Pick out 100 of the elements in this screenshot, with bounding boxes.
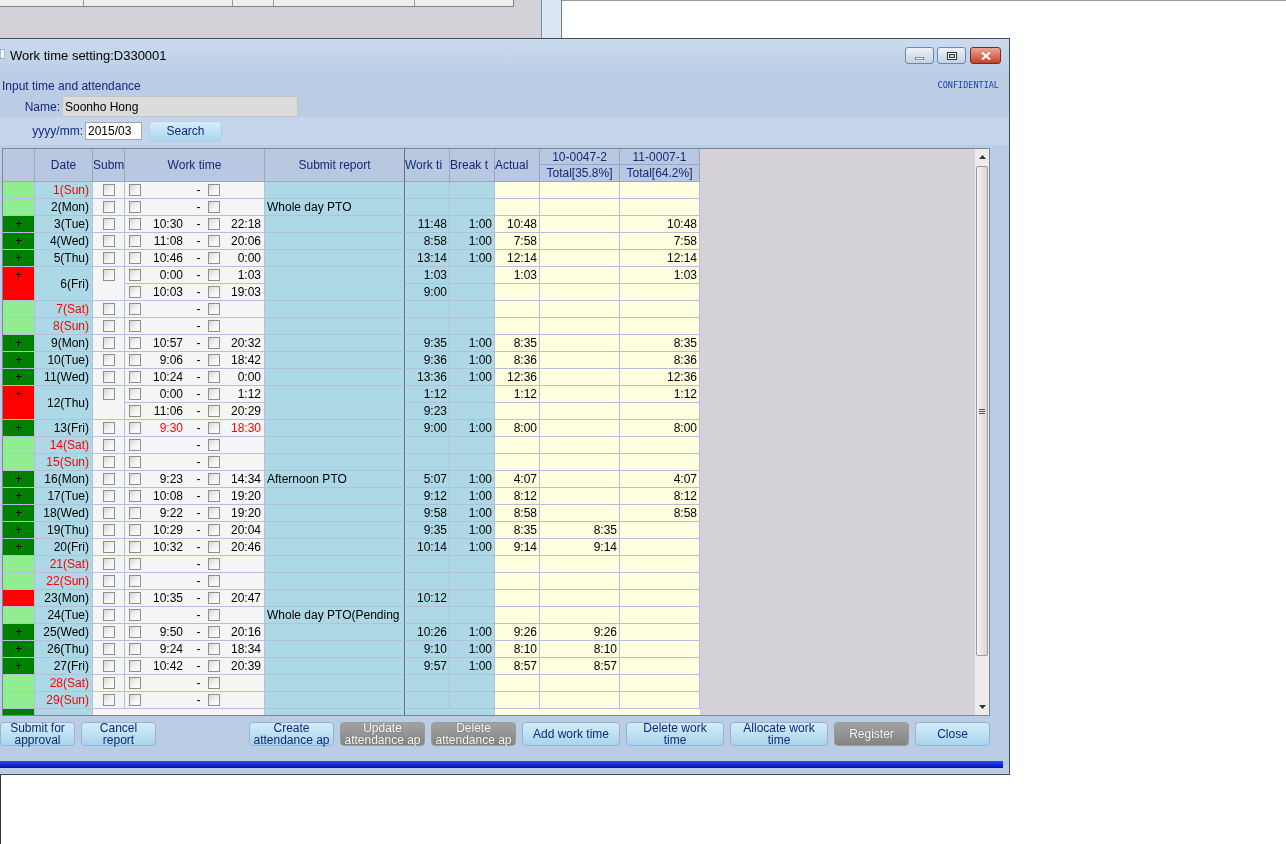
action-button[interactable]: Delete work time <box>626 722 724 746</box>
checkbox[interactable] <box>208 558 220 570</box>
checkbox[interactable] <box>102 558 115 570</box>
checkbox[interactable] <box>208 320 220 332</box>
checkbox[interactable] <box>208 609 220 621</box>
maximize-button[interactable] <box>937 47 966 64</box>
search-button[interactable]: Search <box>149 120 222 142</box>
close-button[interactable] <box>970 47 1001 64</box>
checkbox[interactable] <box>208 405 220 417</box>
checkbox[interactable] <box>208 371 220 383</box>
checkbox[interactable] <box>102 371 115 383</box>
checkbox[interactable] <box>208 660 220 672</box>
checkbox[interactable] <box>129 643 141 655</box>
checkbox[interactable] <box>208 354 220 366</box>
checkbox[interactable] <box>208 252 220 264</box>
checkbox[interactable] <box>102 609 115 621</box>
checkbox[interactable] <box>129 337 141 349</box>
checkbox[interactable] <box>102 354 115 366</box>
checkbox[interactable] <box>102 660 115 672</box>
month-field[interactable]: 2015/03 <box>85 122 142 140</box>
action-button[interactable]: Cancel report <box>81 722 156 746</box>
checkbox[interactable] <box>129 422 141 434</box>
checkbox[interactable] <box>129 524 141 536</box>
checkbox[interactable] <box>102 473 115 485</box>
checkbox[interactable] <box>129 592 141 604</box>
checkbox[interactable] <box>208 286 220 298</box>
checkbox[interactable] <box>102 507 115 519</box>
checkbox[interactable] <box>102 320 115 332</box>
checkbox[interactable] <box>208 575 220 587</box>
checkbox[interactable] <box>208 269 220 281</box>
checkbox[interactable] <box>129 558 141 570</box>
checkbox[interactable] <box>102 439 115 451</box>
action-button[interactable]: Allocate work time <box>730 722 828 746</box>
checkbox[interactable] <box>129 473 141 485</box>
checkbox[interactable] <box>129 201 141 213</box>
checkbox[interactable] <box>129 371 141 383</box>
checkbox[interactable] <box>102 456 115 468</box>
checkbox[interactable] <box>129 694 141 706</box>
checkbox[interactable] <box>129 660 141 672</box>
checkbox[interactable] <box>208 184 220 196</box>
checkbox[interactable] <box>129 320 141 332</box>
checkbox[interactable] <box>129 252 141 264</box>
checkbox[interactable] <box>129 388 141 400</box>
checkbox[interactable] <box>102 184 115 196</box>
action-button[interactable]: Close <box>915 722 990 746</box>
checkbox[interactable] <box>102 626 115 638</box>
action-button[interactable]: Add work time <box>522 722 620 746</box>
checkbox[interactable] <box>129 575 141 587</box>
checkbox[interactable] <box>129 677 141 689</box>
checkbox[interactable] <box>208 388 220 400</box>
checkbox[interactable] <box>129 439 141 451</box>
checkbox[interactable] <box>102 592 115 604</box>
checkbox[interactable] <box>102 337 115 349</box>
checkbox[interactable] <box>102 677 115 689</box>
checkbox[interactable] <box>129 541 141 553</box>
checkbox[interactable] <box>129 235 141 247</box>
checkbox[interactable] <box>129 269 141 281</box>
checkbox[interactable] <box>102 524 115 536</box>
checkbox[interactable] <box>208 439 220 451</box>
checkbox[interactable] <box>129 184 141 196</box>
checkbox[interactable] <box>208 201 220 213</box>
checkbox[interactable] <box>129 456 141 468</box>
action-button[interactable]: Create attendance ap <box>249 722 334 746</box>
checkbox[interactable] <box>208 218 220 230</box>
checkbox[interactable] <box>102 422 115 434</box>
checkbox[interactable] <box>208 490 220 502</box>
checkbox[interactable] <box>208 235 220 247</box>
checkbox[interactable] <box>102 694 115 706</box>
checkbox[interactable] <box>102 201 115 213</box>
checkbox[interactable] <box>208 456 220 468</box>
checkbox[interactable] <box>129 303 141 315</box>
checkbox[interactable] <box>102 490 115 502</box>
checkbox[interactable] <box>102 303 115 315</box>
checkbox[interactable] <box>102 643 115 655</box>
checkbox[interactable] <box>102 252 115 264</box>
checkbox[interactable] <box>208 507 220 519</box>
checkbox[interactable] <box>102 575 115 587</box>
checkbox[interactable] <box>208 337 220 349</box>
checkbox[interactable] <box>208 541 220 553</box>
checkbox[interactable] <box>129 354 141 366</box>
checkbox[interactable] <box>129 626 141 638</box>
checkbox[interactable] <box>129 286 141 298</box>
checkbox[interactable] <box>102 235 115 247</box>
checkbox[interactable] <box>102 541 115 553</box>
checkbox[interactable] <box>208 524 220 536</box>
checkbox[interactable] <box>208 643 220 655</box>
checkbox[interactable] <box>129 490 141 502</box>
checkbox[interactable] <box>102 218 115 230</box>
checkbox[interactable] <box>208 677 220 689</box>
checkbox[interactable] <box>208 626 220 638</box>
checkbox[interactable] <box>129 507 141 519</box>
checkbox[interactable] <box>208 422 220 434</box>
checkbox[interactable] <box>129 405 141 417</box>
checkbox[interactable] <box>208 592 220 604</box>
checkbox[interactable] <box>208 473 220 485</box>
checkbox[interactable] <box>129 218 141 230</box>
checkbox[interactable] <box>102 269 115 281</box>
name-field[interactable]: Soonho Hong <box>62 96 298 117</box>
checkbox[interactable] <box>129 609 141 621</box>
scrollbar-thumb[interactable] <box>976 166 988 656</box>
